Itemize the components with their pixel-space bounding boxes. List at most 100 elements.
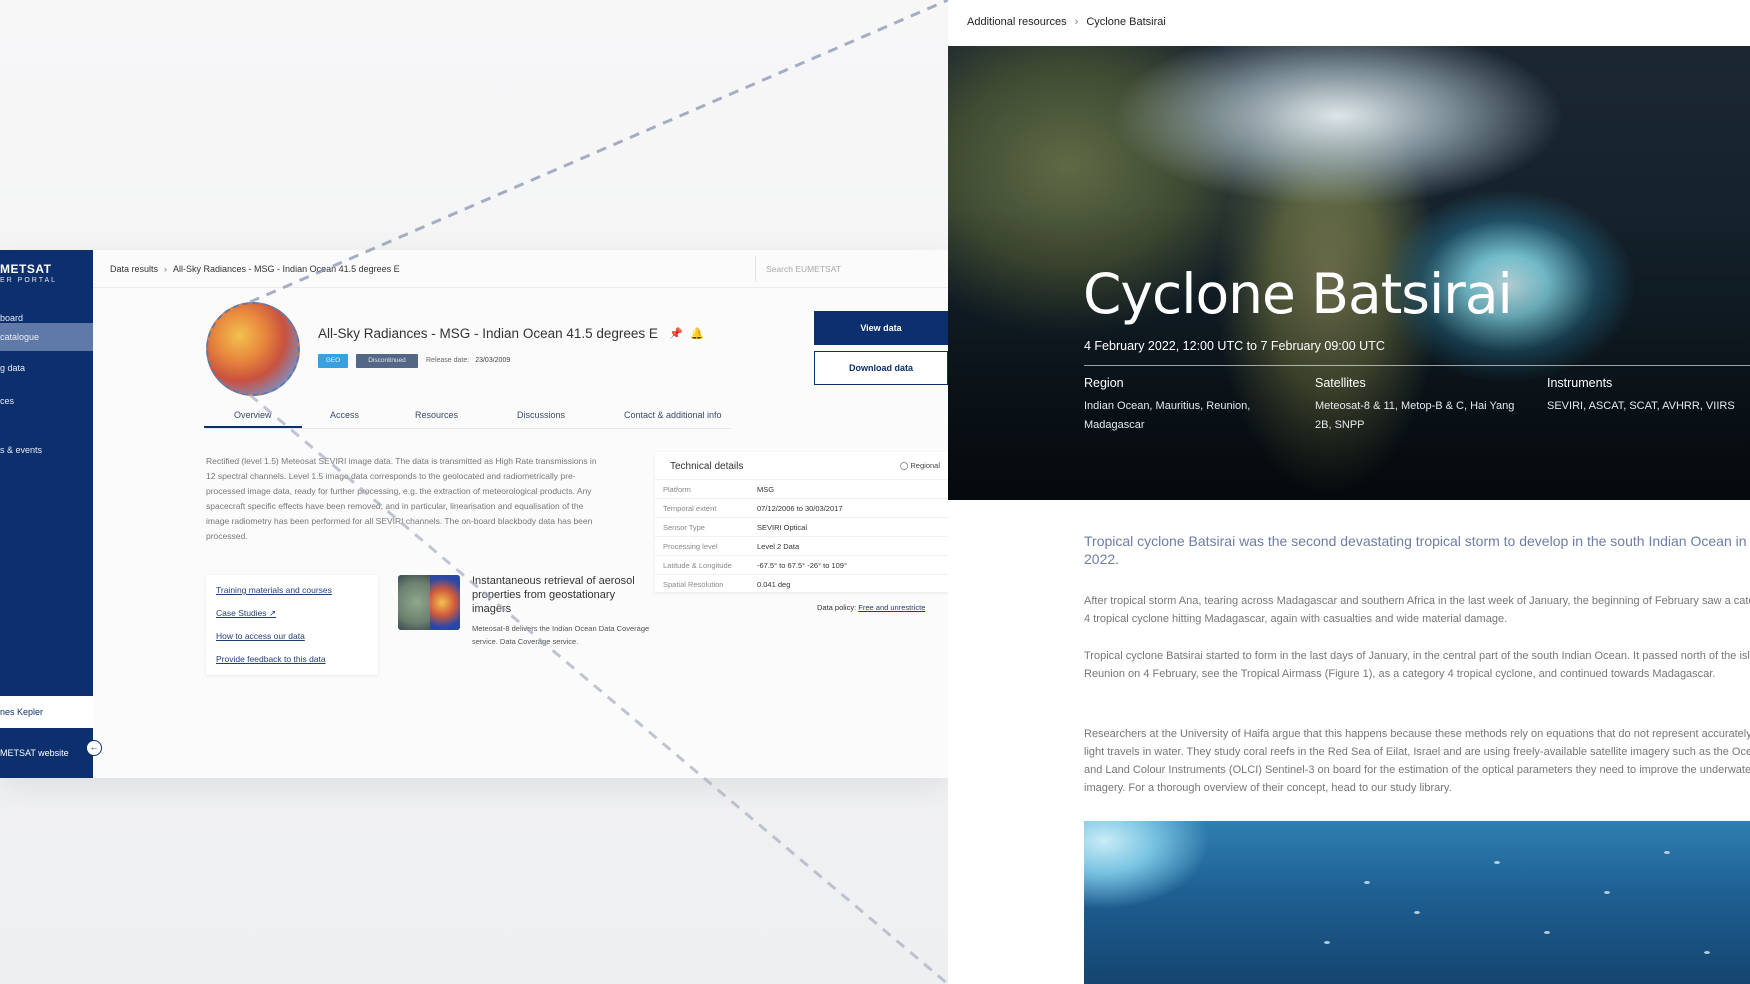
user-account[interactable]: nes Kepler	[0, 696, 93, 728]
row-value: Level 2 Data	[757, 542, 800, 551]
tab-divider	[206, 428, 731, 429]
resource-link[interactable]: Training materials and courses	[216, 585, 332, 595]
page-title: Cyclone Batsirai	[1083, 262, 1513, 326]
bell-icon[interactable]: 🔔	[690, 327, 704, 340]
fish-mark	[1494, 861, 1500, 864]
row-value: -67.5° to 67.5° -26° to 109°	[757, 561, 847, 570]
dataset-title: All-Sky Radiances - MSG - Indian Ocean 4…	[318, 326, 658, 341]
tab-access[interactable]: Access	[330, 410, 359, 420]
sidebar-item-resources[interactable]: ces	[0, 386, 93, 416]
chevron-right-icon: ›	[1074, 16, 1079, 28]
search-input[interactable]: Search EUMETSAT	[755, 256, 948, 282]
status-badge: Discontinued	[356, 354, 418, 368]
hero-divider	[1084, 365, 1750, 366]
event-date: 4 February 2022, 12:00 UTC to 7 February…	[1084, 339, 1385, 353]
row-key: Processing level	[663, 542, 718, 551]
policy-label: Data policy:	[817, 603, 857, 612]
website-link[interactable]: METSAT website	[0, 748, 69, 758]
breadcrumb-item: Cyclone Batsirai	[1086, 16, 1166, 28]
dataset-description: Rectified (level 1.5) Meteosat SEVIRI im…	[206, 456, 597, 541]
row-key: Latitude & Longitude	[663, 561, 732, 570]
tab-contact[interactable]: Contact & additional info	[624, 410, 722, 420]
geo-badge: GEO	[318, 354, 348, 368]
region-meta: Region Indian Ocean, Mauritius, Reunion,…	[1084, 376, 1274, 435]
arrow-left-icon[interactable]: ←	[86, 740, 102, 756]
data-policy: Data policy: Free and unrestricte	[817, 603, 925, 612]
sidebar-item-events[interactable]: s & events	[0, 435, 93, 465]
article-lead: Tropical cyclone Batsirai was the second…	[1084, 533, 1747, 567]
satellites-meta: Satellites Meteosat-8 & 11, Metop-B & C,…	[1315, 376, 1520, 435]
breadcrumb: Additional resources › Cyclone Batsirai	[967, 16, 1166, 28]
tab-overview[interactable]: Overview	[204, 410, 302, 428]
policy-link[interactable]: Free and unrestricte	[858, 603, 925, 612]
meta-heading: Region	[1084, 376, 1124, 390]
resource-link[interactable]: Provide feedback to this data	[216, 654, 326, 664]
table-row: Platform MSG	[655, 479, 948, 499]
row-key: Temporal extent	[663, 504, 717, 513]
breadcrumb: Data results › All-Sky Radiances - MSG - I…	[110, 264, 400, 274]
brand-subtitle: ER PORTAL	[0, 277, 58, 284]
resource-link-label: Case Studies	[216, 608, 267, 618]
fish-mark	[1604, 891, 1610, 894]
news-thumbnail-heatmap	[430, 575, 460, 630]
table-row: Spatial Resolution 0.041 deg	[655, 574, 948, 594]
tab-resources[interactable]: Resources	[415, 410, 458, 420]
header-divider	[93, 287, 948, 288]
resource-links-card: Training materials and courses Case Stud…	[206, 575, 378, 675]
release-date: Release date: 23/03/2009	[426, 357, 510, 364]
breadcrumb-item[interactable]: Additional resources	[967, 16, 1067, 28]
breadcrumb-item: All-Sky Radiances - MSG - Indian Ocean 4…	[173, 264, 400, 274]
zoomed-portal-view: METSAT ER PORTAL board catalogue g data …	[0, 0, 948, 984]
news-summary: Meteosat-8 delivers the Indian Ocean Dat…	[472, 624, 650, 646]
news-title[interactable]: Instantaneous retrieval of aerosol prope…	[472, 574, 652, 616]
sidebar-item-catalogue[interactable]: catalogue	[0, 323, 93, 351]
tab-discussions[interactable]: Discussions	[517, 410, 565, 420]
fish-mark	[1324, 941, 1330, 944]
row-key: Spatial Resolution	[663, 580, 724, 589]
row-key: Sensor Type	[663, 523, 705, 532]
table-row: Sensor Type SEVIRI Optical	[655, 517, 948, 537]
pin-icon[interactable]: 📌	[669, 327, 683, 340]
instruments-meta: Instruments SEVIRI, ASCAT, SCAT, AVHRR, …	[1547, 376, 1750, 416]
fish-mark	[1544, 931, 1550, 934]
row-value: 0.041 deg	[757, 580, 791, 589]
download-data-button[interactable]: Download data	[814, 351, 948, 385]
meta-heading: Instruments	[1547, 376, 1613, 390]
region-label: ◯ Regional	[900, 461, 940, 470]
underwater-image	[1084, 821, 1750, 984]
data-store-app: METSAT ER PORTAL board catalogue g data …	[0, 250, 948, 778]
resource-link[interactable]: Case Studies ↗	[216, 608, 276, 619]
meta-heading: Satellites	[1315, 376, 1366, 390]
row-key: Platform	[663, 485, 691, 494]
table-row: Temporal extent 07/12/2006 to 30/03/2017	[655, 498, 948, 518]
row-value: 07/12/2006 to 30/03/2017	[757, 504, 843, 513]
meta-value: SEVIRI, ASCAT, SCAT, AVHRR, VIIRS	[1547, 400, 1735, 412]
person-icon: ◯	[899, 461, 909, 470]
hero-satellite-image: Cyclone Batsirai 4 February 2022, 12:00 …	[948, 46, 1750, 500]
breadcrumb-item[interactable]: Data results	[110, 264, 158, 274]
meta-value: Meteosat-8 & 11, Metop-B & C, Hai Yang 2…	[1315, 400, 1515, 431]
fish-mark	[1414, 911, 1420, 914]
resource-link[interactable]: How to access our data	[216, 631, 305, 641]
article-page: Additional resources › Cyclone Batsirai Cy…	[948, 0, 1750, 984]
technical-details-card: Technical details ◯ Regional Platform MSG…	[655, 452, 948, 592]
brand-logo: METSAT	[0, 262, 52, 276]
fish-mark	[1364, 881, 1370, 884]
row-value: SEVIRI Optical	[757, 523, 808, 532]
chevron-right-icon: ›	[164, 264, 168, 274]
dataset-thumbnail	[206, 302, 300, 396]
release-value: 23/03/2009	[475, 357, 511, 364]
article-paragraph: After tropical storm Ana, tearing across…	[1084, 595, 1750, 625]
release-label: Release date:	[426, 357, 470, 364]
table-row: Latitude & Longitude -67.5° to 67.5° -26°…	[655, 555, 948, 575]
view-data-button[interactable]: View data	[814, 311, 948, 345]
sidebar-item-data[interactable]: g data	[0, 353, 93, 383]
technical-details-title: Technical details	[670, 461, 744, 472]
row-value: MSG	[757, 485, 775, 494]
article-paragraph: Researchers at the University of Haifa a…	[1084, 728, 1750, 794]
fish-mark	[1704, 951, 1710, 954]
external-link-icon: ↗	[268, 608, 277, 618]
fish-mark	[1664, 851, 1670, 854]
article-paragraph: Tropical cyclone Batsirai started to for…	[1084, 650, 1750, 680]
sidebar: METSAT ER PORTAL board catalogue g data …	[0, 250, 102, 778]
